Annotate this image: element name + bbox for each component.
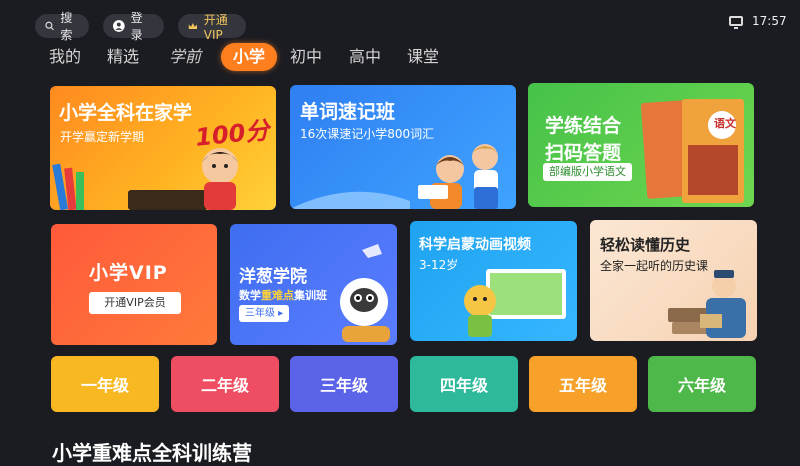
card-onion-academy[interactable]: 洋葱学院 数学重难点集训班 三年级 ▸: [230, 224, 397, 345]
card-title: 单词速记班: [300, 101, 396, 123]
student-illustration: [52, 148, 238, 210]
card-title-line1: 学练结合: [545, 115, 622, 137]
grade-1-button[interactable]: 一年级: [51, 356, 159, 412]
search-icon: [45, 21, 54, 31]
card-history[interactable]: 轻松读懂历史 全家一起听的历史课: [590, 220, 757, 341]
grade-6-button[interactable]: 六年级: [648, 356, 756, 412]
card-title: 洋葱学院: [239, 267, 307, 287]
tab-primary[interactable]: 小学: [221, 43, 278, 71]
subtitle-post: 集训班: [294, 289, 327, 302]
search-label: 搜索: [60, 11, 73, 42]
vip-label: 开通VIP: [203, 12, 228, 42]
search-button[interactable]: 搜索: [35, 11, 89, 42]
edition-tag: 部编版小学语文: [543, 163, 632, 181]
tab-classroom[interactable]: 课堂: [407, 43, 439, 71]
grade-2-button[interactable]: 二年级: [171, 356, 279, 412]
card-title: 小学VIP: [89, 262, 168, 284]
card-title-line2: 扫码答题: [545, 142, 622, 164]
subtitle-pre: 数学: [239, 289, 261, 302]
sheep-mascot-illustration: [340, 244, 390, 342]
historian-illustration: [668, 270, 746, 338]
tab-mine[interactable]: 我的: [49, 43, 81, 71]
card-title: 小学全科在家学: [59, 102, 193, 124]
open-vip-button[interactable]: 开通VIP会员: [89, 292, 181, 314]
grade-4-button[interactable]: 四年级: [410, 356, 518, 412]
card-title: 轻松读懂历史: [600, 236, 691, 254]
science-cartoon-illustration: [464, 269, 566, 337]
textbook-illustration: [640, 99, 744, 203]
tab-preschool[interactable]: 学前: [169, 43, 201, 71]
kids-reading-illustration: [290, 144, 498, 209]
card-subtitle: 数学重难点集训班: [239, 287, 327, 303]
tab-junior-high[interactable]: 初中: [290, 43, 322, 71]
section-title: 小学重难点全科训练营: [52, 441, 252, 465]
clock: 17:57: [752, 14, 787, 28]
grade-button-label: 三年级: [245, 308, 275, 319]
card-word-memory[interactable]: 单词速记班 16次课速记小学800词汇: [290, 85, 516, 209]
card-subtitle: 开学赢定新学期: [60, 130, 145, 144]
grade-5-button[interactable]: 五年级: [529, 356, 637, 412]
vip-button[interactable]: 开通VIP: [178, 13, 246, 42]
login-label: 登录: [130, 11, 143, 42]
grade-3-button[interactable]: 三年级: [290, 356, 398, 412]
card-primary-vip[interactable]: 小学VIP 开通VIP会员: [51, 224, 217, 345]
top-bar: 搜索 登录 开通VIP 17:57: [0, 0, 800, 42]
subtitle-highlight: 重难点: [261, 289, 294, 302]
card-title: 科学启蒙动画视频: [419, 237, 531, 253]
tab-featured[interactable]: 精选: [107, 43, 139, 71]
tab-senior-high[interactable]: 高中: [349, 43, 381, 71]
card-science-video[interactable]: 科学启蒙动画视频 3-12岁: [410, 221, 577, 341]
card-practice[interactable]: 学练结合 扫码答题 部编版小学语文 语文: [528, 83, 754, 207]
user-icon: [113, 20, 125, 32]
book-label: 语文: [714, 117, 736, 130]
login-button[interactable]: 登录: [103, 11, 164, 42]
card-home-study[interactable]: 小学全科在家学 开学赢定新学期 100分: [50, 86, 276, 210]
tv-icon: [729, 16, 743, 29]
grade-select-button[interactable]: 三年级 ▸: [239, 305, 290, 322]
crown-icon: [188, 23, 197, 29]
